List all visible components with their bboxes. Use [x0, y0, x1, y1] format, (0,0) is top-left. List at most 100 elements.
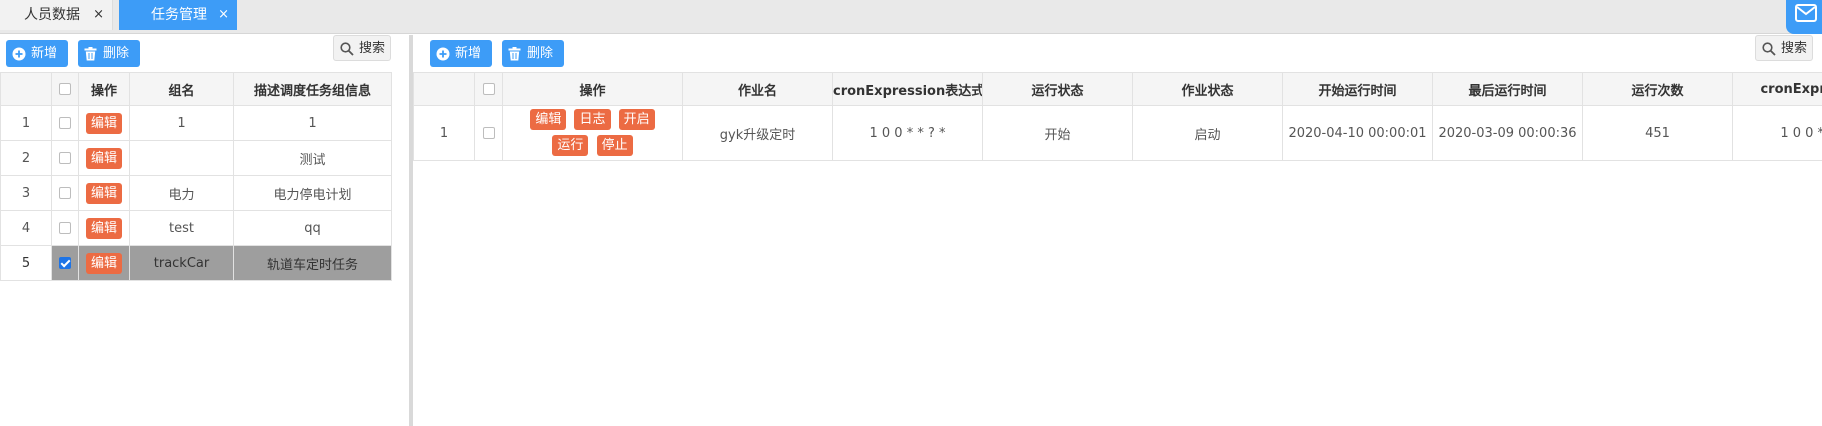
edit-button[interactable]: 编辑 — [85, 217, 122, 239]
row-checkbox-checked[interactable] — [59, 257, 71, 269]
job-name-cell: gyk升级定时 — [682, 105, 833, 161]
job-panel: 新增 删除 搜索 操作 作业名 cronExpression表达式 运行状态 作… — [413, 35, 1822, 426]
ops-line: 运行 停止 — [504, 133, 682, 159]
job-toolbar: 新增 删除 搜索 — [413, 35, 1822, 72]
column-header: 作业名 — [682, 72, 833, 106]
row-checkbox-cell — [51, 210, 79, 246]
start-time-cell: 2020-04-10 00:00:01 — [1282, 105, 1433, 161]
add-button-label: 新增 — [31, 46, 58, 61]
row-index: 5 — [0, 245, 52, 281]
row-ops-cell: 编辑 — [78, 175, 130, 211]
last-run-time-cell: 2020-03-09 00:00:36 — [1432, 105, 1583, 161]
search-icon — [340, 42, 354, 56]
row-checkbox[interactable] — [482, 127, 495, 139]
row-index: 3 — [0, 175, 52, 211]
group-desc-cell: 电力停电计划 — [233, 175, 392, 211]
row-ops-cell: 编辑 — [78, 105, 130, 141]
trash-icon — [84, 47, 97, 61]
plus-circle-icon — [436, 47, 450, 61]
row-checkbox[interactable] — [59, 222, 71, 234]
row-ops-cell: 编辑 — [78, 245, 130, 281]
row-checkbox-cell — [474, 105, 503, 161]
group-panel: 新增 删除 搜索 操作 组名 描述调度任务组信息 1 编辑 1 1 2 编辑 测… — [0, 35, 409, 426]
close-icon[interactable]: × — [93, 0, 104, 30]
select-all-cell — [51, 72, 79, 106]
column-header: 组名 — [129, 72, 234, 106]
stop-button[interactable]: 停止 — [596, 135, 633, 156]
run-button[interactable]: 运行 — [552, 135, 589, 156]
table-row[interactable]: 2 编辑 测试 — [0, 140, 392, 176]
delete-button-label: 删除 — [103, 46, 130, 61]
select-all-cell — [474, 72, 503, 106]
ops-line: 编辑 日志 开启 — [504, 107, 682, 133]
mail-icon — [1795, 4, 1817, 22]
close-icon[interactable]: × — [218, 0, 229, 30]
delete-group-button[interactable]: 删除 — [78, 40, 140, 67]
add-button-label: 新增 — [455, 46, 482, 61]
edit-button[interactable]: 编辑 — [530, 109, 567, 130]
group-desc-cell: 1 — [233, 105, 392, 141]
table-row-selected[interactable]: 5 编辑 trackCar 轨道车定时任务 — [0, 245, 392, 281]
column-header: 操作 — [78, 72, 130, 106]
index-header — [0, 72, 52, 106]
tab-bar: 人员数据 × 任务管理 × — [0, 0, 1822, 34]
delete-button-label: 删除 — [527, 46, 554, 61]
group-table: 操作 组名 描述调度任务组信息 1 编辑 1 1 2 编辑 测试 3 编辑 电力… — [0, 72, 392, 281]
edit-button[interactable]: 编辑 — [85, 182, 122, 204]
select-all-checkbox[interactable] — [59, 83, 71, 95]
row-index: 4 — [0, 210, 52, 246]
plus-circle-icon — [12, 47, 26, 61]
row-checkbox-cell — [51, 245, 79, 281]
column-header: 操作 — [502, 72, 683, 106]
job-table: 操作 作业名 cronExpression表达式 运行状态 作业状态 开始运行时… — [413, 72, 1822, 161]
group-desc-cell: 轨道车定时任务 — [233, 245, 392, 281]
column-header: 开始运行时间 — [1282, 72, 1433, 106]
index-header — [413, 72, 475, 106]
delete-job-button[interactable]: 删除 — [502, 40, 564, 67]
search-button[interactable]: 搜索 — [333, 35, 391, 61]
row-checkbox[interactable] — [59, 187, 71, 199]
add-job-button[interactable]: 新增 — [430, 40, 492, 67]
mail-button[interactable] — [1786, 0, 1822, 34]
group-name-cell: 电力 — [129, 175, 234, 211]
group-name-cell: test — [129, 210, 234, 246]
row-index: 2 — [0, 140, 52, 176]
edit-button[interactable]: 编辑 — [85, 252, 122, 274]
add-group-button[interactable]: 新增 — [6, 40, 68, 67]
enable-button[interactable]: 开启 — [618, 109, 655, 130]
select-all-checkbox[interactable] — [482, 83, 495, 95]
row-checkbox-cell — [51, 175, 79, 211]
row-ops-cell: 编辑 — [78, 140, 130, 176]
job-status-cell: 启动 — [1132, 105, 1283, 161]
column-header: cronExpressi — [1732, 72, 1822, 106]
table-row[interactable]: 1 编辑 日志 开启 运行 停止 gyk升级定时 1 0 0 * * ? * 开… — [413, 105, 1822, 161]
search-icon — [1762, 42, 1776, 56]
row-index: 1 — [413, 105, 475, 161]
edit-button[interactable]: 编辑 — [85, 147, 122, 169]
column-header: 运行次数 — [1582, 72, 1733, 106]
row-checkbox-cell — [51, 140, 79, 176]
group-name-cell: 1 — [129, 105, 234, 141]
row-checkbox-cell — [51, 105, 79, 141]
search-label: 搜索 — [1781, 41, 1808, 56]
cron-cell-2: 1 0 0 * * — [1732, 105, 1822, 161]
table-row[interactable]: 4 编辑 test qq — [0, 210, 392, 246]
edit-button[interactable]: 编辑 — [85, 112, 122, 134]
table-row[interactable]: 1 编辑 1 1 — [0, 105, 392, 141]
column-header: 作业状态 — [1132, 72, 1283, 106]
row-checkbox[interactable] — [59, 117, 71, 129]
tab-personnel-data[interactable]: 人员数据 × — [0, 0, 113, 30]
run-status-cell: 开始 — [982, 105, 1133, 161]
log-button[interactable]: 日志 — [574, 109, 611, 130]
table-row[interactable]: 3 编辑 电力 电力停电计划 — [0, 175, 392, 211]
tab-task-management[interactable]: 任务管理 × — [119, 0, 237, 30]
run-count-cell: 451 — [1582, 105, 1733, 161]
tab-label: 人员数据 — [24, 7, 80, 23]
column-header: 运行状态 — [982, 72, 1133, 106]
search-button[interactable]: 搜索 — [1755, 35, 1813, 61]
column-header: 描述调度任务组信息 — [233, 72, 392, 106]
trash-icon — [508, 47, 521, 61]
column-header: cronExpression表达式 — [832, 72, 983, 106]
row-ops-cell: 编辑 日志 开启 运行 停止 — [502, 105, 683, 161]
row-checkbox[interactable] — [59, 152, 71, 164]
